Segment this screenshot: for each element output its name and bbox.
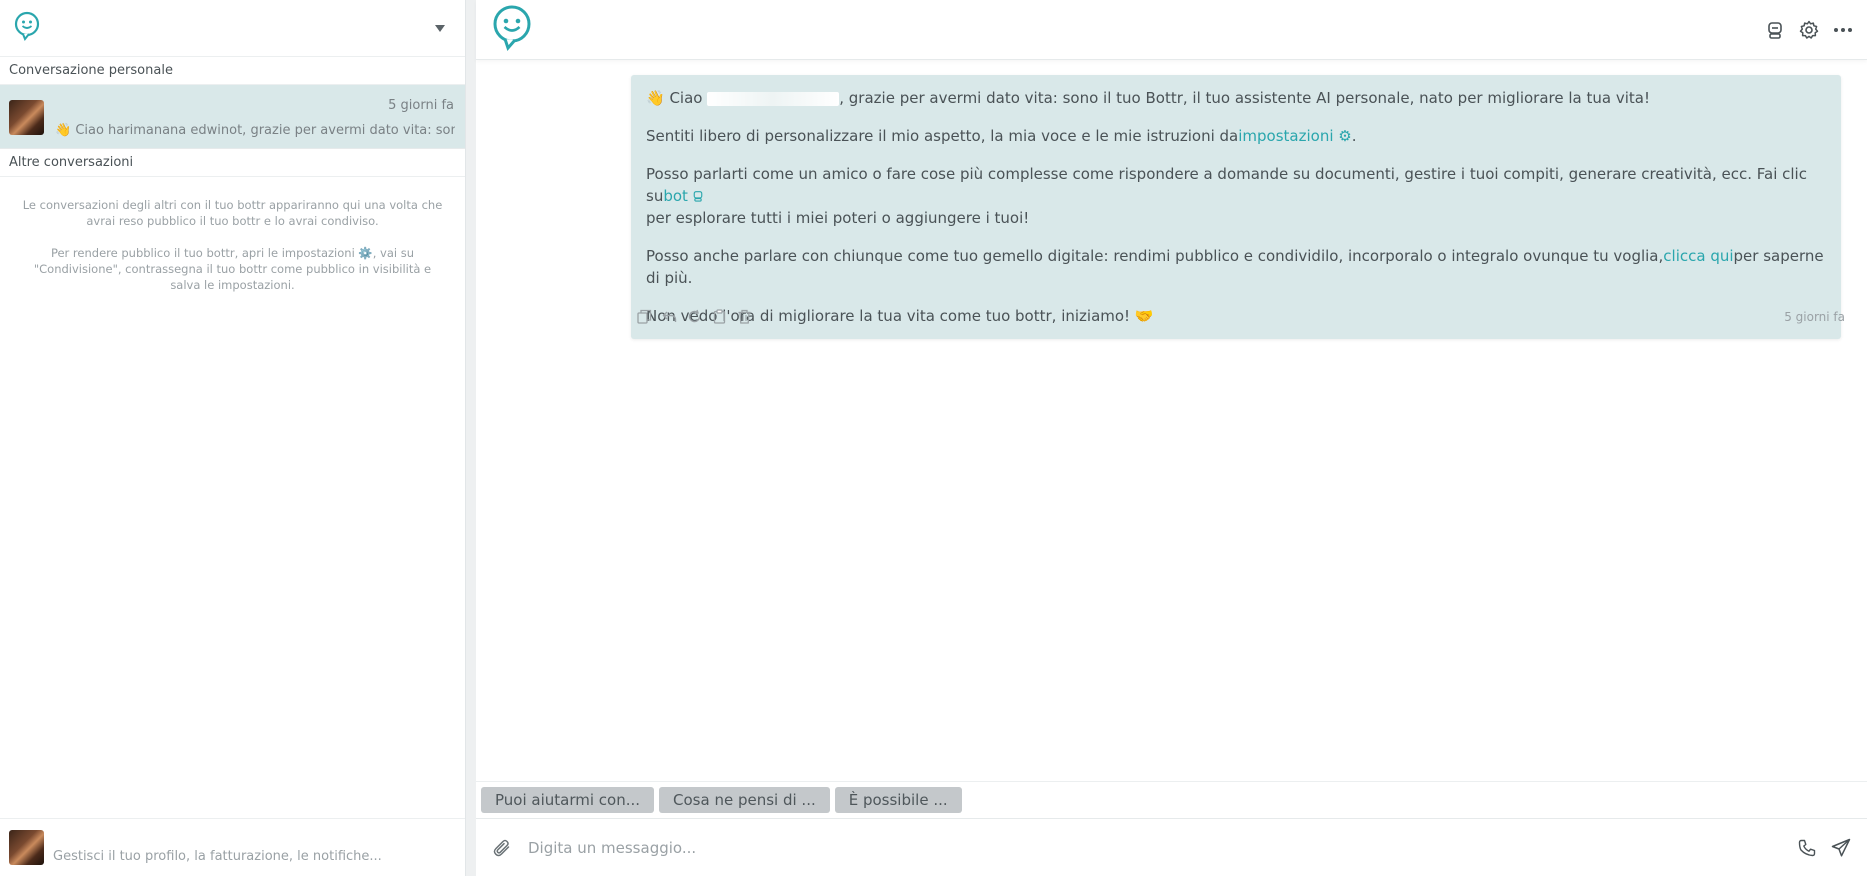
send-icon[interactable] [1831,838,1851,858]
message-time: 5 giorni fa [1784,310,1845,324]
chevron-down-icon[interactable] [435,24,445,32]
message-input[interactable] [528,838,1797,857]
profile-footer-text: Gestisci il tuo profilo, la fatturazione… [53,849,382,864]
other-conversations-info: Le conversazioni degli altri con il tuo … [22,198,443,228]
bottr-logo-icon[interactable] [14,11,40,45]
conversation-time: 5 giorni fa [388,98,454,113]
suggestion-chip[interactable]: È possibile ... [834,787,962,813]
message-paragraph: Non vedo l'ora di migliorare la tua vita… [646,307,1154,325]
other-conversations-label: Altre conversazioni [0,149,465,177]
suggestion-chip[interactable]: Puoi aiutarmi con... [481,787,655,813]
settings-link[interactable]: impostazioni ⚙ [1238,127,1351,145]
message-paragraph: 👋 Ciao , grazie per avermi dato vita: so… [646,89,1650,107]
conversation-preview: 👋 Ciao harimanana edwinot, grazie per av… [55,123,455,138]
more-icon[interactable] [1833,20,1853,40]
message-paragraph: Posso parlarti come un amico o fare cose… [646,165,1807,227]
bot-icon[interactable] [1765,20,1785,40]
chat-panel: 👋 Ciao , grazie per avermi dato vita: so… [476,0,1867,876]
personal-conversation-label: Conversazione personale [0,57,465,85]
avatar [9,100,44,135]
profile-footer[interactable]: Gestisci il tuo profilo, la fatturazione… [0,818,465,876]
message-composer [476,818,1867,876]
message-actions [636,308,753,325]
click-here-link[interactable]: clicca qui [1663,247,1733,265]
suggestion-chips: Puoi aiutarmi con... Cosa ne pensi di ..… [476,781,1867,818]
message-paragraph: Posso anche parlare con chiunque come tu… [646,247,1824,287]
avatar [9,830,44,865]
clipboard-icon[interactable] [711,308,728,325]
message-paragraph: Sentiti libero di personalizzare il mio … [646,127,1357,145]
reply-icon[interactable] [661,308,678,325]
bot-link[interactable]: bot [663,187,703,205]
welcome-message: 👋 Ciao , grazie per avermi dato vita: so… [631,75,1841,339]
publish-instructions: Per rendere pubblico il tuo bottr, apri … [33,246,432,292]
sidebar: Conversazione personale 5 giorni fa 👋 Ci… [0,0,466,876]
chat-header [476,0,1867,60]
bot-avatar-icon[interactable] [492,5,532,55]
sidebar-header [0,0,465,57]
regenerate-icon[interactable] [686,308,703,325]
suggestion-chip[interactable]: Cosa ne pensi di ... [659,787,830,813]
conversation-item[interactable]: 5 giorni fa 👋 Ciao harimanana edwinot, g… [0,85,465,149]
redacted-name [707,91,840,106]
copy-icon[interactable] [636,308,653,325]
trash-icon[interactable] [736,308,753,325]
phone-icon[interactable] [1797,838,1817,858]
paperclip-icon[interactable] [492,838,512,858]
gear-icon[interactable] [1799,20,1819,40]
